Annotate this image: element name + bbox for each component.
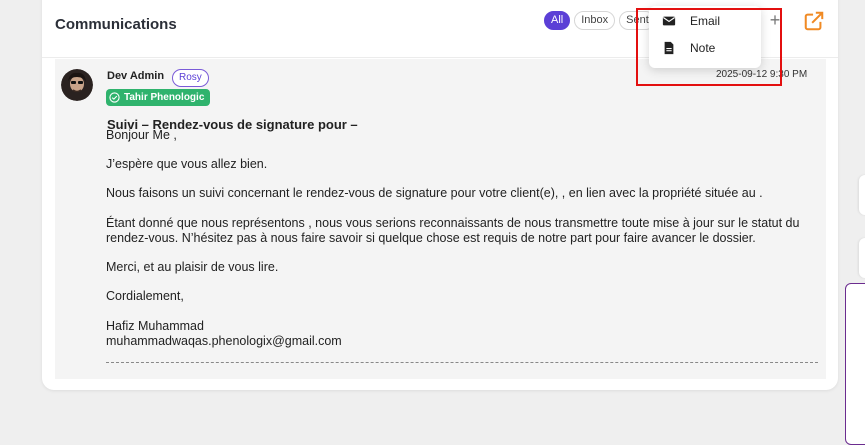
company-tag: Tahir Phenologic <box>106 89 211 106</box>
body-line: Merci, et au plaisir de vous lire. <box>106 260 279 274</box>
body-line: Étant donné que nous représentons , nous… <box>106 216 800 230</box>
page-title: Communications <box>55 16 177 33</box>
body-closing: Cordialement, <box>106 289 184 303</box>
recipient-tag: Rosy <box>172 69 209 87</box>
side-panel-edge <box>859 175 865 215</box>
filter-inbox[interactable]: Inbox <box>574 11 616 30</box>
side-panel-edge <box>845 283 865 445</box>
filter-all[interactable]: All <box>544 11 571 30</box>
external-link-icon[interactable] <box>803 10 825 32</box>
highlight-box <box>636 8 782 86</box>
signature-email: muhammadwaqas.phenologix@gmail.com <box>106 334 342 348</box>
body-line: Nous faisons un suivi concernant le rend… <box>106 186 763 200</box>
avatar <box>61 69 93 101</box>
body-line: rendez-vous. N’hésitez pas à nous faire … <box>106 231 756 245</box>
company-tag-label: Tahir Phenologic <box>124 92 205 103</box>
body-greeting: Bonjour Me , <box>106 128 177 142</box>
side-panel-edge <box>859 238 865 278</box>
dashed-divider <box>106 362 818 364</box>
sender-name: Dev Admin <box>107 70 165 82</box>
body-line: J’espère que vous allez bien. <box>106 157 268 171</box>
signature-name: Hafiz Muhammad <box>106 319 204 333</box>
check-circle-icon <box>109 92 120 103</box>
